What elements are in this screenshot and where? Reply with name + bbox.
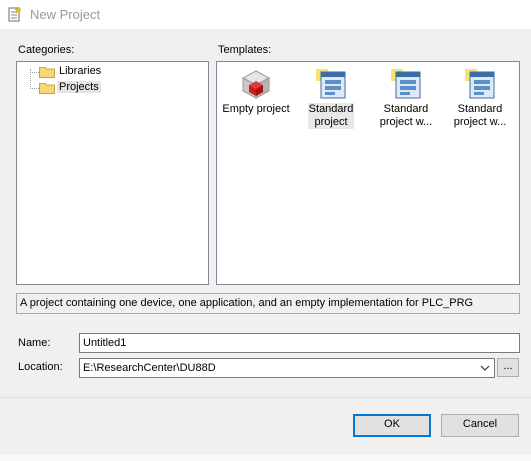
template-standard-project-with-application[interactable]: Standard project w... [370,68,442,129]
standard-project-icon [391,69,421,99]
standard-project-icon [316,69,346,99]
empty-project-icon [241,70,271,99]
new-project-icon [8,6,22,22]
chevron-down-icon[interactable] [478,361,492,375]
template-label: Standard project w... [453,103,507,128]
template-label: Standard project [307,103,355,129]
template-label: Standard project w... [379,103,433,128]
template-description: A project containing one device, one app… [16,293,520,314]
window-bottom-edge [0,455,531,461]
categories-label: Categories: [18,44,75,56]
template-standard-project-with-sfc[interactable]: Standard project w... [444,68,516,129]
folder-icon [39,83,55,94]
browse-button[interactable]: ... [497,358,519,377]
window-title: New Project [30,7,101,22]
template-standard-project[interactable]: Standard project [295,68,367,129]
tree-item-projects[interactable]: Projects [57,81,101,93]
location-combobox[interactable]: E:\ResearchCenter\DU88D [79,358,495,378]
template-label: Empty project [222,103,290,115]
cancel-button[interactable]: Cancel [441,414,519,437]
title-bar: New Project [0,0,531,29]
templates-list[interactable]: Empty project Standard project Standard pr… [216,61,520,285]
tree-connector [30,72,39,73]
location-value: E:\ResearchCenter\DU88D [83,362,216,374]
template-empty-project[interactable]: Empty project [220,68,292,116]
standard-project-icon [465,69,495,99]
location-label: Location: [18,361,63,373]
tree-connector [30,88,39,89]
name-field[interactable]: Untitled1 [79,333,520,353]
categories-tree[interactable]: Libraries Projects [16,61,209,285]
tree-item-libraries[interactable]: Libraries [57,65,103,77]
name-label: Name: [18,337,51,349]
ok-button[interactable]: OK [353,414,431,437]
folder-icon [39,67,55,78]
templates-label: Templates: [218,44,272,56]
